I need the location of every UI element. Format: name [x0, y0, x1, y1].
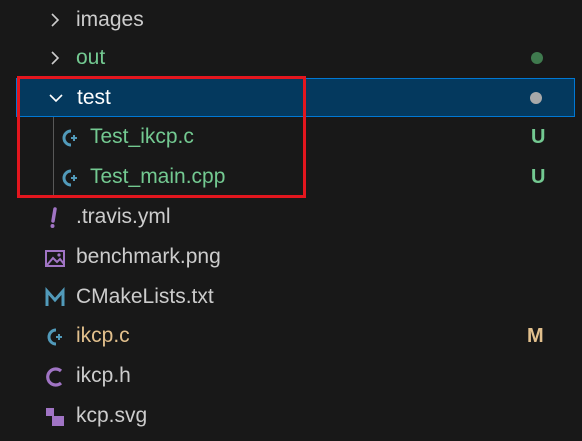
untracked-dot-icon: [531, 52, 543, 64]
git-status-badge: M: [527, 325, 544, 347]
tree-item-ikcp-h[interactable]: ikcp.h: [0, 356, 574, 396]
tree-item-benchmark-png[interactable]: benchmark.png: [0, 237, 574, 277]
tree-item-test-main-cpp[interactable]: Test_main.cpp U: [0, 157, 574, 197]
tree-item-label: Test_main.cpp: [90, 165, 226, 188]
chevron-right-icon[interactable]: [47, 12, 63, 28]
cpp-icon: [59, 167, 81, 189]
cmake-icon: [44, 287, 66, 309]
chevron-right-icon[interactable]: [47, 50, 63, 66]
tree-item-images[interactable]: images: [0, 0, 574, 40]
tree-item-label: images: [76, 8, 144, 31]
svg-icon: [44, 406, 66, 428]
tree-item-label: benchmark.png: [76, 245, 221, 268]
file-explorer-tree: images out test Test_ikcp.c U Test_main.…: [0, 0, 582, 441]
tree-item-label: Test_ikcp.c: [90, 125, 194, 148]
modified-dot-icon: [530, 92, 542, 104]
image-icon: [44, 247, 66, 269]
c-header-icon: [44, 366, 66, 388]
yaml-icon: [44, 207, 66, 229]
tree-item-label: test: [77, 86, 111, 109]
tree-item-test[interactable]: test: [16, 78, 575, 117]
chevron-down-icon[interactable]: [48, 90, 64, 106]
tree-item-cmakelists[interactable]: CMakeLists.txt: [0, 277, 574, 317]
tree-item-label: CMakeLists.txt: [76, 285, 214, 308]
tree-item-label: ikcp.c: [76, 324, 130, 347]
tree-item-label: ikcp.h: [76, 364, 131, 387]
cpp-icon: [44, 326, 66, 348]
tree-item-out[interactable]: out: [0, 38, 574, 78]
git-status-badge: U: [531, 166, 546, 188]
tree-item-travis-yml[interactable]: .travis.yml: [0, 197, 574, 237]
tree-item-label: .travis.yml: [76, 205, 171, 228]
tree-item-ikcp-c[interactable]: ikcp.c M: [0, 316, 574, 356]
tree-item-kcp-svg[interactable]: kcp.svg: [0, 396, 574, 436]
tree-item-label: kcp.svg: [76, 404, 148, 427]
cpp-icon: [59, 127, 81, 149]
tree-item-test-ikcp-c[interactable]: Test_ikcp.c U: [0, 117, 574, 157]
tree-item-label: out: [76, 46, 106, 69]
git-status-badge: U: [531, 126, 546, 148]
